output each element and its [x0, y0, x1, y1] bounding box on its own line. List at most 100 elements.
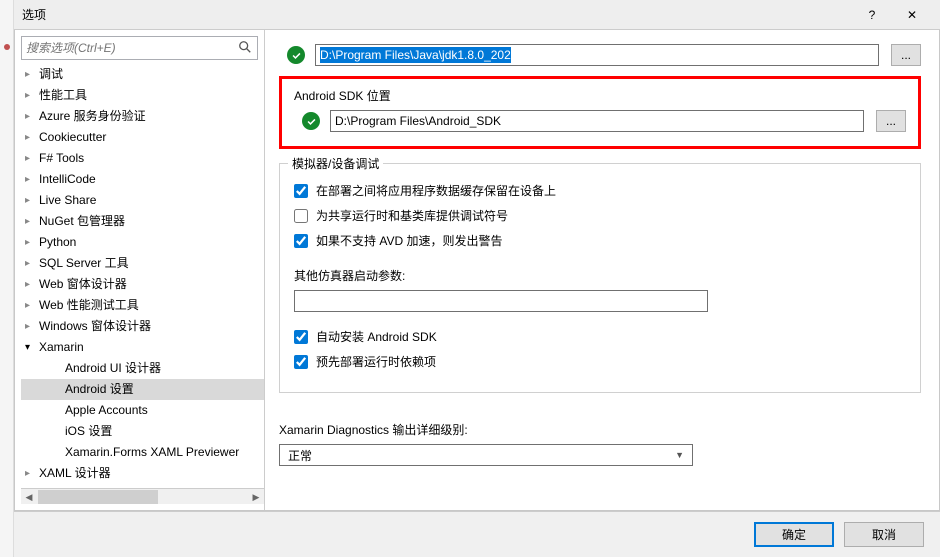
tree-child-item[interactable]: Android UI 设计器	[21, 358, 264, 379]
check-auto-install[interactable]: 自动安装 Android SDK	[294, 328, 906, 345]
expand-arrow-right-icon[interactable]: ▸	[25, 463, 37, 484]
tree-item[interactable]: ▸Web 性能测试工具	[21, 295, 264, 316]
tree-item[interactable]: ▸调试	[21, 64, 264, 85]
tree-item-label: 性能工具	[37, 85, 87, 106]
search-icon[interactable]	[238, 40, 252, 57]
browse-jdk-button[interactable]: ...	[891, 44, 921, 66]
diagnostics-dropdown[interactable]: 正常 ▼	[279, 444, 693, 466]
tree-item-label: F# Tools	[37, 148, 84, 169]
check-ok-icon	[302, 112, 320, 130]
check-avd-warn[interactable]: 如果不支持 AVD 加速，则发出警告	[294, 232, 906, 249]
jdk-path-input[interactable]: D:\Program Files\Java\jdk1.8.0_202	[315, 44, 879, 66]
tree-item[interactable]: ▸IntelliCode	[21, 169, 264, 190]
tree-item[interactable]: ▸Azure 服务身份验证	[21, 106, 264, 127]
expand-arrow-right-icon[interactable]: ▸	[25, 127, 37, 148]
check-ok-icon	[287, 46, 305, 64]
checkbox-auto-install[interactable]	[294, 330, 308, 344]
tree-item-label: Android 设置	[63, 379, 134, 400]
checkbox-label: 自动安装 Android SDK	[316, 328, 437, 345]
android-sdk-highlight: Android SDK 位置 ...	[279, 76, 921, 149]
checkbox-keep-data[interactable]	[294, 184, 308, 198]
cancel-button[interactable]: 取消	[844, 522, 924, 547]
tree-item-label: Cookiecutter	[37, 127, 106, 148]
tree-item-label: Azure 服务身份验证	[37, 106, 146, 127]
checkbox-predeploy[interactable]	[294, 355, 308, 369]
tree-item-label: Apple Accounts	[63, 400, 148, 421]
expand-arrow-right-icon[interactable]: ▸	[25, 316, 37, 337]
checkbox-debug-symbols[interactable]	[294, 209, 308, 223]
tree-item[interactable]: ▸性能工具	[21, 85, 264, 106]
browse-sdk-button[interactable]: ...	[876, 110, 906, 132]
tree-item[interactable]: ▸Live Share	[21, 190, 264, 211]
tree-item[interactable]: ▸F# Tools	[21, 148, 264, 169]
jdk-path-row: D:\Program Files\Java\jdk1.8.0_202 ...	[279, 44, 921, 66]
tree-child-item[interactable]: Apple Accounts	[21, 400, 264, 421]
gutter-marker	[4, 44, 10, 50]
expand-arrow-right-icon[interactable]: ▸	[25, 232, 37, 253]
expand-arrow-down-icon[interactable]: ▾	[25, 337, 37, 358]
expand-arrow-right-icon[interactable]: ▸	[25, 85, 37, 106]
tree-item-label: Web 窗体设计器	[37, 274, 127, 295]
tree-item[interactable]: ▸Python	[21, 232, 264, 253]
expand-arrow-right-icon[interactable]: ▸	[25, 106, 37, 127]
expand-arrow-right-icon[interactable]: ▸	[25, 64, 37, 85]
emulator-args-input[interactable]	[294, 290, 708, 312]
tree-item-label: XAML 设计器	[37, 463, 111, 484]
tree-item-label: IntelliCode	[37, 169, 96, 190]
checkbox-label: 为共享运行时和基类库提供调试符号	[316, 207, 508, 224]
tree-item[interactable]: ▸XAML 设计器	[21, 463, 264, 484]
help-button[interactable]: ?	[852, 0, 892, 30]
sdk-section-title: Android SDK 位置	[294, 87, 906, 104]
tree-item-label: Web 性能测试工具	[37, 295, 139, 316]
tree-item-label: SQL Server 工具	[37, 253, 129, 274]
tree-item-label: Xamarin.Forms XAML Previewer	[63, 442, 239, 463]
tree-item[interactable]: ▾Xamarin	[21, 337, 264, 358]
search-input[interactable]	[21, 36, 258, 60]
expand-arrow-right-icon[interactable]: ▸	[25, 211, 37, 232]
options-panel: D:\Program Files\Java\jdk1.8.0_202 ... A…	[265, 30, 939, 510]
tree-item[interactable]: ▸NuGet 包管理器	[21, 211, 264, 232]
checkbox-label: 在部署之间将应用程序数据缓存保留在设备上	[316, 182, 556, 199]
tree-item-label: Xamarin	[37, 337, 84, 358]
expand-arrow-right-icon[interactable]: ▸	[25, 274, 37, 295]
check-predeploy[interactable]: 预先部署运行时依赖项	[294, 353, 906, 370]
checkbox-avd-warn[interactable]	[294, 234, 308, 248]
emulator-section-title: 模拟器/设备调试	[288, 155, 383, 172]
tree-item-label: Windows 窗体设计器	[37, 316, 151, 337]
sdk-path-input[interactable]	[330, 110, 864, 132]
expand-arrow-right-icon[interactable]: ▸	[25, 190, 37, 211]
tree-item[interactable]: ▸Windows 窗体设计器	[21, 316, 264, 337]
options-sidebar: ▸调试▸性能工具▸Azure 服务身份验证▸Cookiecutter▸F# To…	[15, 30, 265, 510]
check-debug-symbols[interactable]: 为共享运行时和基类库提供调试符号	[294, 207, 906, 224]
tree-child-item[interactable]: iOS 设置	[21, 421, 264, 442]
tree-item-label: iOS 设置	[63, 421, 112, 442]
options-tree[interactable]: ▸调试▸性能工具▸Azure 服务身份验证▸Cookiecutter▸F# To…	[21, 64, 264, 488]
check-keep-data[interactable]: 在部署之间将应用程序数据缓存保留在设备上	[294, 182, 906, 199]
horizontal-scrollbar[interactable]: ◀ ▶	[21, 488, 264, 504]
scrollbar-thumb[interactable]	[38, 490, 158, 504]
dropdown-value: 正常	[288, 447, 312, 464]
emulator-fieldset: 模拟器/设备调试 在部署之间将应用程序数据缓存保留在设备上 为共享运行时和基类库…	[279, 163, 921, 393]
titlebar: 选项 ? ✕	[14, 0, 940, 30]
expand-arrow-right-icon[interactable]: ▸	[25, 148, 37, 169]
tree-item-label: Python	[37, 232, 76, 253]
tree-child-item[interactable]: Android 设置	[21, 379, 264, 400]
tree-item-label: Live Share	[37, 190, 96, 211]
chevron-down-icon: ▼	[675, 450, 684, 460]
expand-arrow-right-icon[interactable]: ▸	[25, 169, 37, 190]
scroll-right-icon[interactable]: ▶	[248, 489, 264, 505]
expand-arrow-right-icon[interactable]: ▸	[25, 295, 37, 316]
ok-button[interactable]: 确定	[754, 522, 834, 547]
tree-item[interactable]: ▸Cookiecutter	[21, 127, 264, 148]
scroll-left-icon[interactable]: ◀	[21, 489, 37, 505]
tree-item-label: NuGet 包管理器	[37, 211, 125, 232]
tree-item[interactable]: ▸Web 窗体设计器	[21, 274, 264, 295]
checkbox-label: 预先部署运行时依赖项	[316, 353, 436, 370]
emulator-args-label: 其他仿真器启动参数:	[294, 267, 906, 284]
diagnostics-label: Xamarin Diagnostics 输出详细级别:	[279, 421, 921, 438]
tree-item[interactable]: ▸SQL Server 工具	[21, 253, 264, 274]
expand-arrow-right-icon[interactable]: ▸	[25, 253, 37, 274]
window-title: 选项	[22, 6, 852, 23]
tree-child-item[interactable]: Xamarin.Forms XAML Previewer	[21, 442, 264, 463]
close-button[interactable]: ✕	[892, 0, 932, 30]
